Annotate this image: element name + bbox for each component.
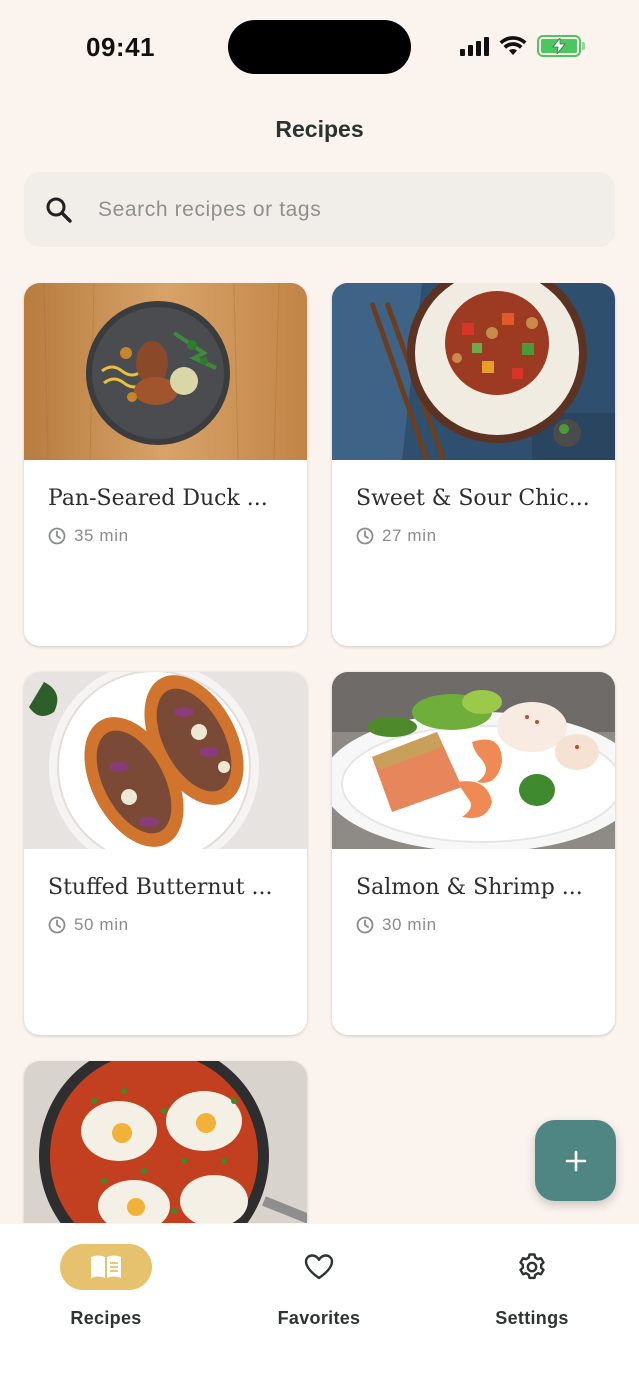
recipe-meta: 35 min [48, 526, 129, 546]
nav-label: Settings [495, 1308, 569, 1328]
recipe-time: 35 min [74, 526, 129, 545]
status-icons [460, 35, 585, 57]
recipe-title: Stuffed Butternut ... [48, 875, 273, 900]
nav-label: Favorites [277, 1308, 361, 1328]
recipe-image-duck [24, 283, 307, 460]
nav-item-settings[interactable]: Settings [432, 1244, 632, 1329]
recipe-card-salmon-shrimp[interactable]: Salmon & Shrimp ... 30 min [332, 672, 615, 1035]
search-icon [46, 197, 72, 223]
search-bar[interactable] [24, 172, 615, 247]
recipe-image-shakshuka [24, 1061, 307, 1223]
nav-label: Recipes [70, 1308, 142, 1328]
clock-icon [356, 527, 374, 545]
signal-icon [460, 36, 489, 56]
recipe-title: Salmon & Shrimp ... [356, 875, 583, 900]
recipe-title: Sweet & Sour Chic... [356, 486, 590, 511]
recipe-time: 30 min [382, 915, 437, 934]
recipe-meta: 27 min [356, 526, 437, 546]
gear-icon [519, 1253, 545, 1280]
clock-icon [48, 527, 66, 545]
recipe-card-duck[interactable]: Pan-Seared Duck ... 35 min [24, 283, 307, 646]
heart-icon [304, 1254, 334, 1280]
bottom-nav: Recipes Favorites Settings [0, 1224, 639, 1390]
wifi-icon [499, 36, 527, 55]
recipe-time: 50 min [74, 915, 129, 934]
status-time: 09:41 [86, 32, 155, 62]
dynamic-island [228, 20, 411, 74]
battery-icon [537, 35, 585, 57]
recipe-card-shakshuka[interactable] [24, 1061, 307, 1223]
nav-item-favorites[interactable]: Favorites [219, 1244, 419, 1329]
recipe-card-butternut[interactable]: Stuffed Butternut ... 50 min [24, 672, 307, 1035]
nav-item-recipes[interactable]: Recipes [6, 1244, 206, 1329]
nav-icon-wrap [486, 1244, 578, 1290]
recipe-grid: Pan-Seared Duck ... 35 min Sweet & Sour … [0, 283, 639, 1223]
recipe-meta: 50 min [48, 915, 129, 935]
plus-icon [565, 1150, 586, 1171]
clock-icon [48, 916, 66, 934]
page-title: Recipes [275, 116, 364, 142]
nav-active-indicator [60, 1244, 152, 1290]
recipe-time: 27 min [382, 526, 437, 545]
recipe-image-salmon-shrimp [332, 672, 615, 849]
status-bar: 09:41 [0, 0, 639, 95]
clock-icon [356, 916, 374, 934]
add-recipe-button[interactable] [535, 1120, 616, 1201]
recipe-meta: 30 min [356, 915, 437, 935]
nav-icon-wrap [273, 1244, 365, 1290]
recipe-image-butternut [24, 672, 307, 849]
search-input[interactable] [98, 197, 538, 222]
book-icon [91, 1255, 121, 1278]
recipe-image-sweet-sour [332, 283, 615, 460]
recipe-title: Pan-Seared Duck ... [48, 486, 268, 511]
recipe-card-sweet-sour[interactable]: Sweet & Sour Chic... 27 min [332, 283, 615, 646]
